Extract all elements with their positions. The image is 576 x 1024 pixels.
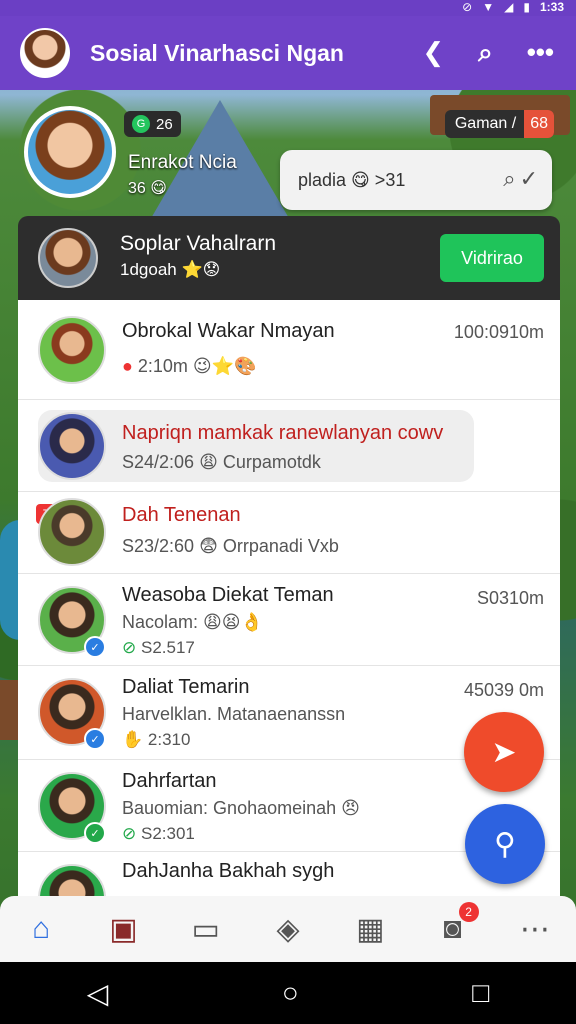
check-icon: ⊘ bbox=[122, 638, 137, 657]
store-icon: ▣ bbox=[109, 912, 138, 946]
chat-title: Obrokal Wakar Nmayan bbox=[122, 320, 335, 342]
search-input[interactable]: pladia 😋 >31 ⌕ ✓ bbox=[280, 150, 552, 210]
check-icon[interactable]: ✓ bbox=[520, 166, 538, 192]
chat-title: Napriqn mamkak ranewlanyan cowv bbox=[122, 422, 444, 444]
featured-sub: 1dgoah ⭐😟 bbox=[120, 260, 221, 279]
more-icon: ⋯ bbox=[519, 912, 550, 946]
featured-name: Soplar Vahalrarn bbox=[120, 232, 277, 255]
avatar bbox=[38, 316, 106, 384]
verified-icon: ✓ bbox=[84, 822, 106, 844]
send-icon: ➤ bbox=[491, 735, 517, 769]
featured-card[interactable]: Soplar Vahalrarn 1dgoah ⭐😟 Vidrirao bbox=[18, 216, 560, 300]
profile-name: Enrakot Ncia bbox=[128, 152, 237, 173]
chat-time: S0310m bbox=[476, 588, 544, 608]
search-text: pladia 😋 >31 bbox=[298, 169, 406, 190]
notification-badge: 2 bbox=[458, 902, 479, 922]
clock: 1:33 bbox=[539, 0, 564, 14]
verified-icon: ✓ bbox=[84, 728, 106, 750]
home-icon: ⌂ bbox=[32, 912, 51, 945]
system-nav-bar: ◁ ○ □ bbox=[0, 962, 576, 1024]
verified-icon: ✓ bbox=[84, 636, 106, 658]
avatar bbox=[38, 498, 106, 566]
chat-time: 100:0910m bbox=[453, 322, 544, 342]
list-item[interactable]: 7 Dah Tenenan S23/2:60 😨 Orrpanadi Vxb bbox=[18, 492, 560, 574]
chat-meta: ✋ 2:310 bbox=[122, 730, 191, 749]
avatar bbox=[38, 228, 98, 288]
chat-sub: S24/2:06 😩 Curpamotdk bbox=[122, 452, 321, 472]
chat-icon: ▭ bbox=[191, 912, 220, 946]
signal-icon: ◢ bbox=[504, 0, 514, 14]
avatar bbox=[38, 864, 106, 896]
level-value: 26 bbox=[156, 115, 173, 133]
back-icon[interactable]: ◁ bbox=[87, 977, 109, 1010]
level-icon: G bbox=[132, 115, 150, 133]
game-count: 68 bbox=[524, 110, 554, 138]
bottom-nav: ⌂ ▣ ▭ ◈ ▦ ◙ 2 ⋯ bbox=[0, 896, 576, 962]
nav-tag[interactable]: ◈ bbox=[258, 912, 318, 947]
trend-icon: ● bbox=[122, 356, 133, 376]
nav-camera[interactable]: ◙ 2 bbox=[423, 902, 483, 946]
check-icon: ⊘ bbox=[122, 824, 137, 843]
nav-chat[interactable]: ▭ bbox=[176, 912, 236, 947]
chat-sub: Nacolam: 😩😫👌 bbox=[122, 612, 263, 632]
send-button[interactable]: ➤ bbox=[464, 712, 544, 792]
chat-list: Obrokal Wakar Nmayan 100:0910m ● 2:10m 😉… bbox=[18, 300, 560, 896]
chat-title: Daliat Temarin bbox=[122, 676, 250, 698]
chat-meta: ⊘ S2:301 bbox=[122, 824, 195, 843]
nfc-icon: ⊘ bbox=[462, 0, 473, 14]
chat-sub: Harvelklan. Matanaenanssn bbox=[122, 704, 346, 724]
profile-sub: 36 😋 bbox=[128, 180, 167, 197]
game-label: Gaman / bbox=[454, 115, 517, 132]
search-icon: ⚲ bbox=[494, 827, 516, 861]
featured-action-button[interactable]: Vidrirao bbox=[440, 234, 544, 282]
nav-store[interactable]: ▣ bbox=[93, 912, 153, 947]
battery-icon: ▮ bbox=[523, 0, 530, 14]
tag-icon: ◈ bbox=[276, 912, 300, 946]
more-icon[interactable]: ••• bbox=[527, 37, 554, 69]
nav-home[interactable]: ⌂ bbox=[11, 912, 71, 946]
status-bar: ⊘ ▼ ◢ ▮ 1:33 bbox=[0, 0, 576, 16]
list-item[interactable]: Napriqn mamkak ranewlanyan cowv S24/2:06… bbox=[18, 400, 560, 492]
chat-sub: ● 2:10m 😉⭐🎨 bbox=[122, 356, 257, 376]
level-badge: G 26 bbox=[124, 111, 181, 137]
app-bar: Sosial Vinarhasci Ngan ❮ ⌕ ••• bbox=[0, 16, 576, 90]
search-fab-button[interactable]: ⚲ bbox=[465, 804, 545, 884]
chat-meta: ⊘ S2.517 bbox=[122, 638, 195, 657]
list-item[interactable]: Obrokal Wakar Nmayan 100:0910m ● 2:10m 😉… bbox=[18, 300, 560, 400]
list-item[interactable]: ✓ Weasoba Diekat Teman S0310m Nacolam: 😩… bbox=[18, 574, 560, 666]
nav-more[interactable]: ⋯ bbox=[505, 912, 565, 947]
chat-title: DahJanha Bakhah sygh bbox=[122, 860, 335, 882]
chat-title: Weasoba Diekat Teman bbox=[122, 584, 334, 606]
chat-sub: S23/2:60 😨 Orrpanadi Vxb bbox=[122, 536, 339, 556]
nav-gallery[interactable]: ▦ bbox=[340, 912, 400, 947]
app-title: Sosial Vinarhasci Ngan bbox=[90, 39, 344, 66]
hand-icon: ✋ bbox=[122, 730, 144, 749]
game-badge[interactable]: Gaman / 68 bbox=[444, 110, 554, 138]
chat-sub: Bauomian: Gnohaomeinah 😠 bbox=[122, 798, 360, 818]
home-circle-icon[interactable]: ○ bbox=[282, 977, 299, 1009]
search-icon[interactable]: ⌕ bbox=[478, 37, 493, 69]
share-icon[interactable]: ❮ bbox=[422, 37, 444, 69]
wifi-icon: ▼ bbox=[482, 0, 495, 14]
house-roof bbox=[0, 680, 20, 740]
chat-title: Dah Tenenan bbox=[122, 504, 241, 526]
profile-avatar[interactable] bbox=[24, 106, 116, 198]
recents-icon[interactable]: □ bbox=[472, 977, 489, 1009]
camera-icon: ◙ bbox=[443, 912, 462, 945]
search-icon[interactable]: ⌕ bbox=[503, 166, 515, 192]
avatar bbox=[38, 412, 106, 480]
chat-title: Dahrfartan bbox=[122, 770, 217, 792]
chat-time: 45039 0m bbox=[463, 680, 544, 700]
gallery-icon: ▦ bbox=[356, 912, 385, 946]
avatar[interactable] bbox=[20, 28, 70, 78]
